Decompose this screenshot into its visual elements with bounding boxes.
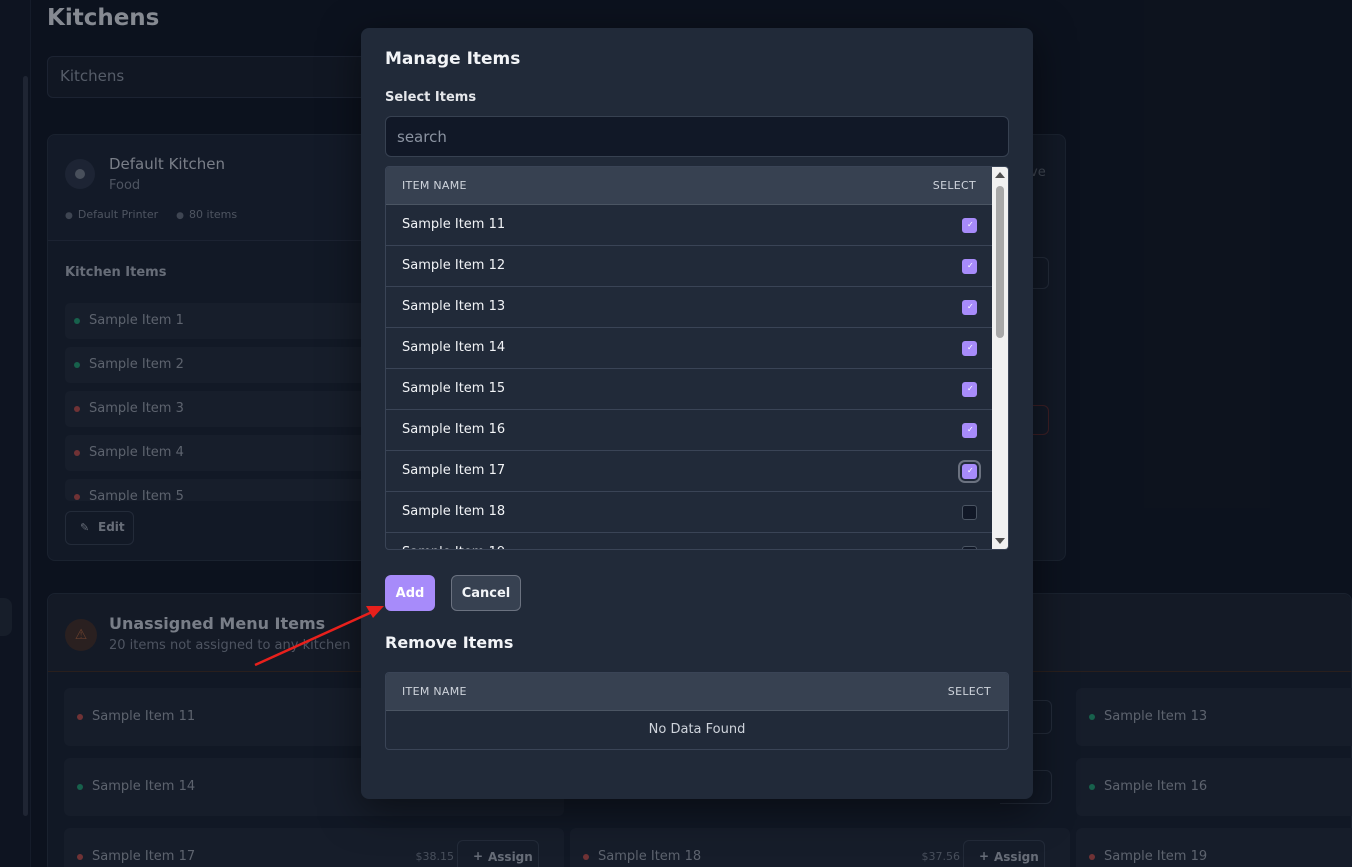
column-select: SELECT [932, 179, 976, 192]
add-button[interactable]: Add [385, 575, 435, 611]
remove-table-header: ITEM NAME SELECT [386, 673, 1008, 711]
scroll-up-arrow-icon[interactable] [995, 172, 1005, 178]
select-checkbox[interactable] [962, 259, 977, 274]
scroll-thumb[interactable] [996, 186, 1004, 338]
table-row: Sample Item 19 [386, 533, 993, 549]
item-name: Sample Item 13 [402, 299, 506, 314]
cancel-button[interactable]: Cancel [451, 575, 521, 611]
item-name: Sample Item 14 [402, 340, 506, 355]
select-checkbox[interactable] [962, 341, 977, 356]
select-checkbox[interactable] [962, 505, 977, 520]
table-row: Sample Item 16 [386, 410, 993, 451]
scroll-down-arrow-icon[interactable] [995, 538, 1005, 544]
table-row: Sample Item 18 [386, 492, 993, 533]
remove-column-select: SELECT [947, 685, 991, 698]
table-row: Sample Item 17 [386, 451, 993, 492]
table-body: Sample Item 11 Sample Item 12 Sample Item … [386, 205, 993, 549]
modal-title: Manage Items [385, 49, 521, 69]
table-row: Sample Item 13 [386, 287, 993, 328]
table-row: Sample Item 15 [386, 369, 993, 410]
no-data-message: No Data Found [648, 722, 746, 737]
table-row: Sample Item 11 [386, 205, 993, 246]
remove-items-table: ITEM NAME SELECT No Data Found [385, 672, 1009, 750]
table-row: Sample Item 14 [386, 328, 993, 369]
select-checkbox[interactable] [962, 218, 977, 233]
remove-column-item-name: ITEM NAME [402, 685, 467, 698]
select-checkbox[interactable] [962, 382, 977, 397]
item-name: Sample Item 18 [402, 504, 506, 519]
select-items-label: Select Items [385, 90, 477, 105]
item-name: Sample Item 15 [402, 381, 506, 396]
item-name: Sample Item 11 [402, 217, 506, 232]
select-items-table: ITEM NAME SELECT Sample Item 11Sample It… [385, 166, 1009, 550]
select-checkbox[interactable] [962, 546, 977, 549]
remove-items-title: Remove Items [385, 633, 514, 652]
table-scrollbar[interactable] [992, 167, 1008, 549]
column-item-name: ITEM NAME [402, 179, 467, 192]
item-name: Sample Item 16 [402, 422, 506, 437]
select-checkbox[interactable] [962, 423, 977, 438]
item-name: Sample Item 12 [402, 258, 506, 273]
item-name: Sample Item 19 [402, 545, 505, 549]
manage-items-modal: Manage Items Select Items ITEM NAME SELE… [361, 28, 1033, 799]
search-input[interactable] [385, 116, 1009, 157]
table-header: ITEM NAME SELECT [386, 167, 993, 205]
item-name: Sample Item 17 [402, 463, 506, 478]
select-checkbox[interactable] [962, 464, 977, 479]
select-checkbox[interactable] [962, 300, 977, 315]
table-row: Sample Item 12 [386, 246, 993, 287]
